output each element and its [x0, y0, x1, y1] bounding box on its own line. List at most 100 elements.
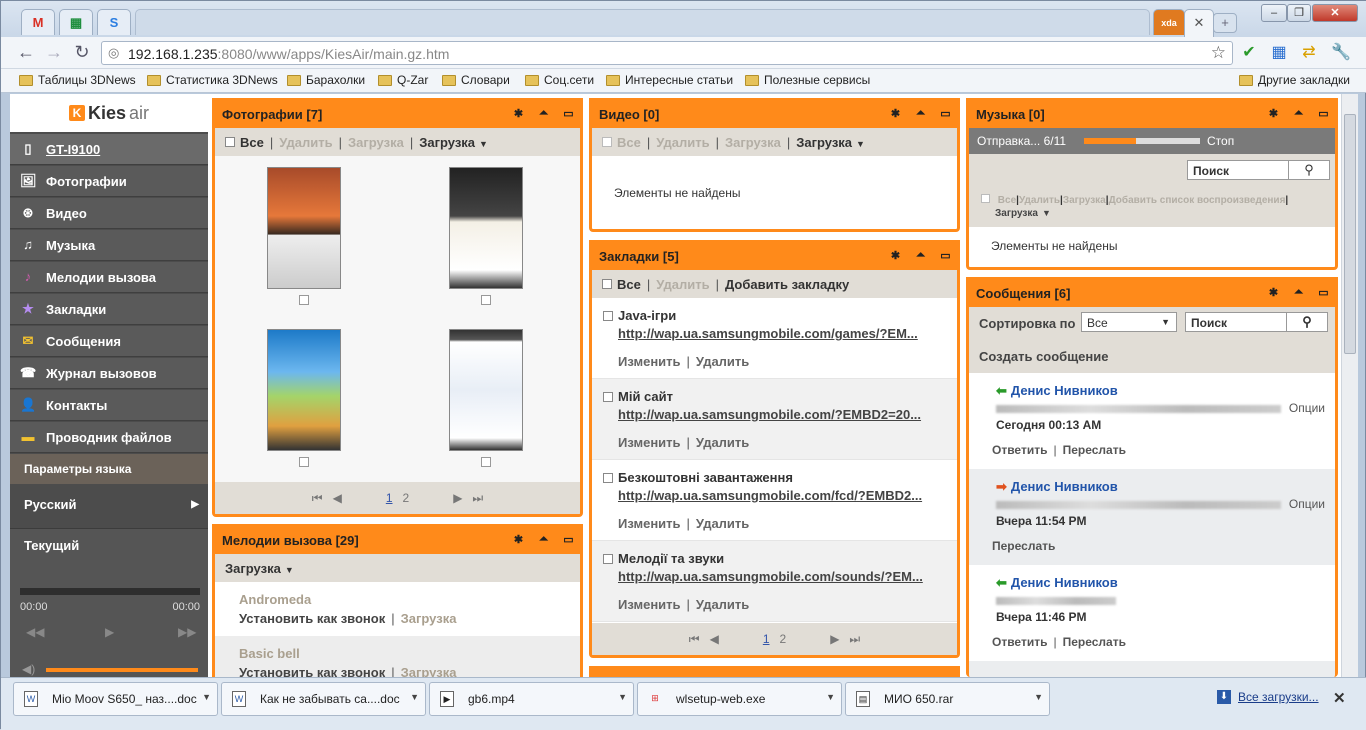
prev-page-icon[interactable]: ◀ [710, 632, 719, 646]
sheets-tab[interactable]: ▦ [59, 9, 93, 35]
prev-page-icon[interactable]: ◀ [333, 491, 342, 505]
bookmark-folder[interactable]: Q-Zar [378, 73, 428, 87]
plug-extension-icon[interactable]: ⇄ [1299, 43, 1319, 63]
photo-thumbnail[interactable] [267, 167, 341, 289]
maximize-icon[interactable]: ▭ [940, 107, 951, 120]
select-all-label[interactable]: Все [998, 195, 1016, 206]
page-link[interactable]: 2 [780, 632, 787, 646]
delete-link[interactable]: Удалить [696, 435, 749, 450]
sidebar-item-contacts[interactable]: 👤 Контакты [10, 390, 208, 421]
collapse-icon[interactable]: ⏶ [915, 249, 926, 262]
select-all-label[interactable]: Все [617, 135, 641, 150]
delete-button[interactable]: Удалить [279, 135, 332, 150]
options-link[interactable]: Опции [1289, 497, 1325, 511]
add-bookmark-button[interactable]: Добавить закладку [725, 277, 849, 292]
next-page-icon[interactable]: ▶ [453, 491, 462, 505]
page-link[interactable]: 1 [763, 632, 770, 646]
maximize-icon[interactable]: ▭ [1318, 286, 1329, 299]
bookmark-checkbox[interactable] [603, 473, 613, 483]
download-link[interactable]: Загрузка [401, 665, 457, 677]
photo-thumbnail[interactable] [449, 329, 523, 451]
photo-checkbox[interactable] [481, 295, 491, 305]
settings-gear-icon[interactable]: ✱ [513, 107, 524, 120]
sort-select[interactable]: Все ▼ [1081, 312, 1177, 332]
bookmark-folder[interactable]: Словари [442, 73, 510, 87]
checkmark-extension-icon[interactable]: ✔ [1239, 43, 1259, 63]
seek-bar[interactable] [20, 588, 200, 595]
active-tab-close-icon[interactable]: ✕ [1184, 9, 1214, 37]
first-page-icon[interactable]: ⏮ [312, 491, 323, 506]
bookmark-folder[interactable]: Полезные сервисы [745, 73, 870, 87]
delete-link[interactable]: Удалить [696, 516, 749, 531]
message-item[interactable]: ➡ Денис Нивников Опции Вчера 11:54 PM Пер… [969, 469, 1335, 565]
scrollbar-thumb[interactable] [1344, 114, 1356, 354]
address-bar[interactable]: ◎ 192.168.1.235:8080/www/apps/KiesAir/ma… [101, 41, 1233, 65]
delete-button[interactable]: Удалить [1019, 195, 1060, 206]
settings-gear-icon[interactable]: ✱ [513, 533, 524, 546]
settings-gear-icon[interactable]: ✱ [890, 249, 901, 262]
upload-button[interactable]: Загрузка [348, 135, 404, 150]
volume-icon[interactable]: ◀) [22, 662, 35, 676]
bookmark-url[interactable]: http://wap.ua.samsungmobile.com/fcd/?EMB… [618, 488, 943, 503]
other-bookmarks[interactable]: Другие закладки [1239, 73, 1350, 87]
sidebar-item-bookmarks[interactable]: ★ Закладки [10, 294, 208, 325]
select-all-checkbox[interactable] [602, 279, 612, 289]
last-page-icon[interactable]: ⏭ [849, 632, 860, 647]
sidebar-item-ringtones[interactable]: ♪ Мелодии вызова [10, 262, 208, 293]
xda-tab[interactable]: xda [1153, 9, 1185, 35]
bookmark-folder[interactable]: Соц.сети [525, 73, 594, 87]
calendar-extension-icon[interactable]: ▦ [1269, 43, 1289, 63]
bookmark-folder[interactable]: Статистика 3DNews [147, 73, 278, 87]
create-message-button[interactable]: Создать сообщение [979, 349, 1109, 364]
message-item[interactable] [969, 661, 1335, 677]
reply-link[interactable]: Ответить [992, 635, 1047, 649]
maximize-icon[interactable]: ▭ [1318, 107, 1329, 120]
music-search-input[interactable]: Поиск [1187, 160, 1289, 180]
close-window-button[interactable]: ✕ [1312, 4, 1358, 22]
bookmark-url[interactable]: http://wap.ua.samsungmobile.com/?EMBD2=2… [618, 407, 943, 422]
edit-link[interactable]: Изменить [618, 516, 681, 531]
settings-gear-icon[interactable]: ✱ [1268, 286, 1279, 299]
bookmark-folder[interactable]: Барахолки [287, 73, 365, 87]
download-link[interactable]: Загрузка [401, 611, 457, 626]
message-item[interactable]: ⬅ Денис Нивников Опции Сегодня 00:13 AM О… [969, 373, 1335, 469]
collapse-icon[interactable]: ⏶ [1293, 286, 1304, 299]
page-link[interactable]: 2 [403, 491, 410, 505]
device-item[interactable]: ▯ GT-I9100 [10, 134, 208, 165]
bookmark-checkbox[interactable] [603, 392, 613, 402]
upload-button[interactable]: Загрузка [1063, 195, 1106, 206]
download-dropdown[interactable]: Загрузка ▼ [419, 135, 488, 150]
set-ringtone-link[interactable]: Установить как звонок [239, 665, 385, 677]
bookmark-folder[interactable]: Таблицы 3DNews [19, 73, 136, 87]
download-dropdown[interactable]: Загрузка ▼ [796, 135, 865, 150]
maximize-icon[interactable]: ▭ [563, 107, 574, 120]
edit-link[interactable]: Изменить [618, 435, 681, 450]
download-item[interactable]: ▶ gb6.mp4 ▼ [429, 682, 634, 716]
photo-thumbnail[interactable] [267, 329, 341, 451]
download-item[interactable]: W Mio Moov S650_ наз....doc ▼ [13, 682, 218, 716]
play-icon[interactable]: ▶ [105, 625, 114, 639]
previous-icon[interactable]: ◀◀ [26, 625, 44, 639]
bookmark-checkbox[interactable] [603, 311, 613, 321]
page-link[interactable]: 1 [386, 491, 393, 505]
collapse-icon[interactable]: ⏶ [538, 107, 549, 120]
next-icon[interactable]: ▶▶ [178, 625, 196, 639]
maximize-icon[interactable]: ▭ [563, 533, 574, 546]
wrench-icon[interactable]: 🔧 [1331, 43, 1351, 63]
new-tab-button[interactable]: + [1213, 13, 1237, 33]
select-all-label[interactable]: Все [240, 135, 264, 150]
collapsed-tabs[interactable] [135, 9, 1150, 35]
download-dropdown[interactable]: Загрузка ▼ [995, 208, 1051, 219]
add-playlist-button[interactable]: Добавить список воспроизведения [1109, 195, 1286, 206]
forward-link[interactable]: Переслать [1063, 635, 1126, 649]
collapse-icon[interactable]: ⏶ [915, 107, 926, 120]
maximize-button[interactable]: ❐ [1287, 4, 1311, 22]
search-icon[interactable]: ⚲ [1288, 160, 1330, 180]
select-all-checkbox[interactable] [602, 137, 612, 147]
download-item[interactable]: ▤ МИО 650.rar ▼ [845, 682, 1050, 716]
photo-thumbnail[interactable] [449, 167, 523, 289]
settings-gear-icon[interactable]: ✱ [890, 107, 901, 120]
message-item[interactable]: ⬅ Денис Нивников Вчера 11:46 PM Ответить |… [969, 565, 1335, 661]
select-all-checkbox[interactable] [225, 137, 235, 147]
collapse-icon[interactable]: ⏶ [538, 533, 549, 546]
